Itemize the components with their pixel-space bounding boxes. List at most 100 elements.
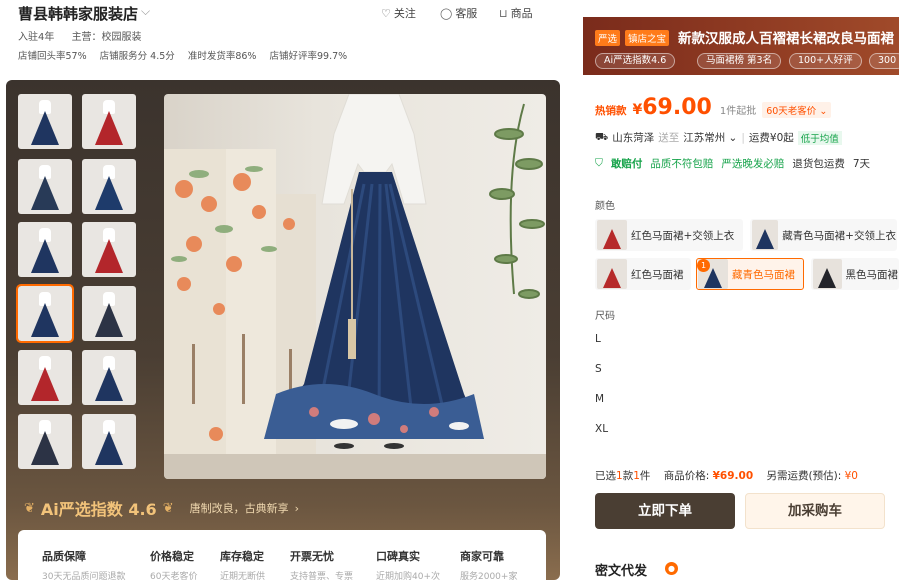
pill-ai-score[interactable]: Ai严选指数4.6 <box>595 53 676 69</box>
gallery-thumbnail[interactable] <box>16 284 74 343</box>
old-customer-price-dropdown[interactable]: 60天老客价 ⌄ <box>762 102 832 118</box>
product-gallery: ❦ Ai严选指数 4.6 ❦ 唐制改良，古典新享 › 品质保障 30天无品质问题退… <box>6 80 560 580</box>
customer-service-button[interactable]: ◯ 客服 <box>440 5 477 21</box>
svc-quality: 品质不符包赔 <box>650 158 714 170</box>
color-option[interactable]: 红色马面裙 <box>595 258 691 290</box>
guarantee-subtitle: 近期无断供 <box>220 572 266 580</box>
thumbnail-skirt <box>31 111 59 145</box>
ai-slogan: 唐制改良，古典新享 <box>189 502 289 515</box>
guarantee-subtitle: 支持普票、专票 <box>290 572 354 580</box>
service-label: 客服 <box>455 7 478 20</box>
gallery-thumbnail[interactable] <box>82 94 136 149</box>
gallery-thumbnail[interactable] <box>18 350 72 405</box>
color-option-label: 藏青色马面裙 <box>732 268 795 281</box>
svc-compensation: 敢赔付 <box>610 158 643 170</box>
size-option-s[interactable]: S <box>595 363 602 375</box>
thumbnail-skirt <box>95 303 123 337</box>
price-value: 69.00 <box>642 95 712 120</box>
truck-icon: ⛟ <box>595 130 609 143</box>
secret-shipping-title: 密文代发 <box>595 564 648 579</box>
chevron-down-icon[interactable]: ⌵ <box>141 4 150 19</box>
laurel-right-icon: ❦ <box>162 500 174 516</box>
pill-ranking[interactable]: 马面裙榜 第3名 <box>697 53 782 69</box>
products-label: 商品 <box>510 7 533 20</box>
guarantee-title: 库存稳定 <box>220 550 264 563</box>
pill-more[interactable]: 300 <box>869 53 899 69</box>
add-to-cart-button[interactable]: 加采购车 <box>745 493 885 529</box>
store-tenure: 入驻4年 <box>18 32 55 43</box>
ai-score-banner[interactable]: ❦ Ai严选指数 4.6 ❦ 唐制改良，古典新享 › <box>24 496 299 520</box>
gallery-thumbnail[interactable] <box>18 222 72 277</box>
summary-prefix: 已选 <box>595 470 616 482</box>
gallery-thumbnail[interactable] <box>18 159 72 214</box>
guarantee-title: 开票无忧 <box>290 550 334 563</box>
guarantee-item: 商家可靠 服务2000+家 <box>460 548 517 580</box>
gallery-thumbnail[interactable] <box>82 286 136 341</box>
stat-repurchase: 店铺回头率57% <box>18 51 87 62</box>
gallery-thumbnail[interactable] <box>18 94 72 149</box>
products-button[interactable]: ⊔ 商品 <box>499 5 533 21</box>
info-icon[interactable]: ● <box>665 562 678 575</box>
gallery-thumbnail[interactable] <box>82 222 136 277</box>
thumbnail-skirt <box>95 367 123 401</box>
shield-icon: ⛉ <box>595 157 603 169</box>
ship-to-select[interactable]: 江苏常州 ⌄ <box>683 130 737 145</box>
size-option-m[interactable]: M <box>595 393 604 405</box>
freight: 运费¥0起 <box>748 132 794 144</box>
freight-tag: 低于均值 <box>797 130 842 145</box>
guarantee-item: 价格稳定 60天老客价 <box>150 548 197 580</box>
summary-kinds-unit: 款 <box>622 470 634 482</box>
guarantee-title: 价格稳定 <box>150 550 194 563</box>
goods-price-label: 商品价格: <box>663 470 710 482</box>
order-summary: 已选1款1件 商品价格: ¥69.00 另需运费(预估): ¥0 <box>595 468 858 483</box>
store-header: 曹县韩韩家服装店 ⌵ ♡ 关注 ◯ 客服 ⊔ 商品 入驻4年 主营：校园服装 店… <box>0 0 560 72</box>
service-row[interactable]: ⛉ 敢赔付 品质不符包赔 严选晚发必赔 退货包运费 7天 <box>595 156 870 171</box>
follow-button[interactable]: ♡ 关注 <box>381 5 416 21</box>
color-option[interactable]: 红色马面裙+交领上衣 <box>595 219 743 251</box>
color-option[interactable]: 藏青色马面裙+交领上衣 <box>750 219 897 251</box>
thumbnail-skirt <box>31 431 59 465</box>
buy-now-button[interactable]: 立即下单 <box>595 493 735 529</box>
store-stats: 店铺回头率57% 店铺服务分 4.5分 准时发货率86% 店铺好评率99.7% <box>18 48 357 62</box>
color-option[interactable]: 黑色马面裙 <box>811 258 899 290</box>
color-option-thumbnail <box>597 220 627 250</box>
main-product-image[interactable] <box>164 94 546 479</box>
color-option[interactable]: 1 藏青色马面裙 <box>696 258 804 290</box>
secret-shipping-section: 密文代发 ● <box>583 545 899 580</box>
color-option-thumbnail <box>813 259 842 289</box>
gallery-thumbnail[interactable] <box>82 159 136 214</box>
follow-label: 关注 <box>393 7 416 20</box>
guarantee-subtitle: 60天老客价 <box>150 572 198 580</box>
thumbnail-skirt <box>95 239 123 273</box>
store-category: 主营：校园服装 <box>71 32 142 43</box>
color-label: 颜色 <box>595 201 615 212</box>
gallery-thumbnail[interactable] <box>82 350 136 405</box>
shipping-row: ⛟ 山东菏泽 送至 江苏常州 ⌄ | 运费¥0起 低于均值 <box>595 130 842 145</box>
gallery-thumbnail[interactable] <box>18 414 72 469</box>
pill-reviews[interactable]: 100+人好评 <box>789 53 862 69</box>
color-option-label: 藏青色马面裙+交领上衣 <box>782 229 896 242</box>
size-option-l[interactable]: L <box>595 333 601 345</box>
tag-store-treasure: 镇店之宝 <box>625 30 670 46</box>
guarantee-item: 开票无忧支持普票、专票 <box>290 548 353 580</box>
chat-icon: ◯ <box>440 6 453 20</box>
skirt-illustration <box>164 94 546 479</box>
price-currency: ¥ <box>632 102 643 118</box>
store-name[interactable]: 曹县韩韩家服装店 <box>18 3 138 24</box>
store-info: 入驻4年 主营：校园服装 <box>18 28 156 43</box>
color-option-label: 红色马面裙+交领上衣 <box>631 229 735 242</box>
thumbnail-skirt <box>31 303 59 337</box>
summary-kinds: 1 <box>616 470 623 482</box>
svc-late-delivery: 严选晚发必赔 <box>721 158 785 170</box>
guarantee-title: 品质保障 <box>42 550 86 563</box>
color-option-thumbnail <box>597 259 627 289</box>
size-option-xl[interactable]: XL <box>595 423 608 435</box>
svc-seven-day: 7天 <box>852 158 871 170</box>
freight-estimate-label: 另需运费(预估): <box>766 470 842 482</box>
color-option-label: 红色马面裙 <box>631 268 684 281</box>
tag-yanxuan: 严选 <box>595 30 621 46</box>
svc-return-freight: 退货包运费 <box>792 158 845 170</box>
gallery-thumbnail[interactable] <box>82 414 136 469</box>
size-label: 尺码 <box>595 311 615 322</box>
stat-on-time: 准时发货率86% <box>187 51 257 62</box>
